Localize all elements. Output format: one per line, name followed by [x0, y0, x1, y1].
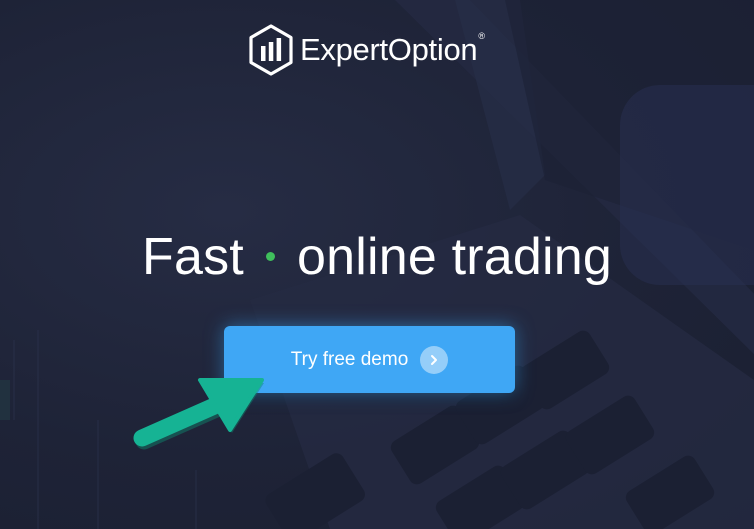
expertoption-logo-icon	[249, 24, 293, 76]
registered-mark: ®	[478, 31, 485, 41]
brand-name: ExpertOption	[300, 32, 478, 67]
try-free-demo-label: Try free demo	[290, 348, 409, 370]
headline-part-fast: Fast	[142, 228, 244, 286]
pointing-arrow-icon	[133, 378, 264, 450]
headline-part-online-trading: online trading	[296, 228, 612, 286]
landing-page: ExpertOption ® Fast online trading Try fr…	[0, 0, 754, 529]
chevron-right-icon	[420, 345, 449, 374]
hero-headline: Fast online trading	[0, 222, 754, 292]
brand-logo[interactable]: ExpertOption ®	[248, 24, 485, 76]
headline-separator-dot	[265, 251, 275, 261]
try-free-demo-button[interactable]: Try free demo	[224, 326, 515, 393]
